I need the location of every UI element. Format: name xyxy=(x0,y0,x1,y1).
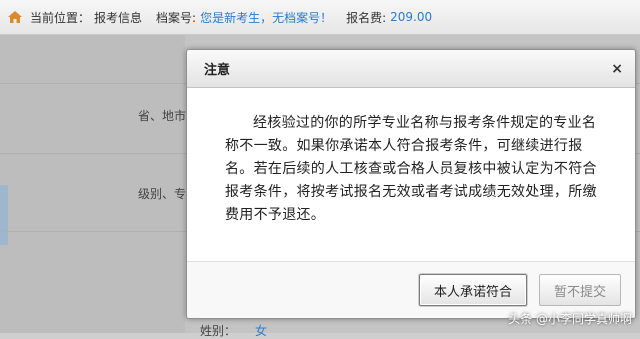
side-collapse-tab[interactable] xyxy=(0,185,8,245)
fee-value: 209.00 xyxy=(390,10,433,24)
dialog-message: 经核验过的你的所学专业名称与报考条件规定的专业名称不一致。如果你承诺本人符合报考… xyxy=(225,115,597,223)
dialog-header: 注意 × xyxy=(187,50,635,88)
dialog-title: 注意 xyxy=(204,63,231,78)
province-city-label: 省、地市 xyxy=(138,109,187,123)
watermark: 头条 @小李同学真帅啊 xyxy=(508,312,632,326)
confirm-commitment-button[interactable]: 本人承诺符合 xyxy=(418,274,527,306)
background-left-column xyxy=(0,35,185,333)
gender-label: 姓别： xyxy=(200,324,237,338)
top-info-bar: 当前位置： 报考信息 档案号: 您是新考生，无档案号！ 报名费: 209.00 xyxy=(0,0,640,35)
close-icon[interactable]: × xyxy=(611,61,623,77)
location-value: 报考信息 xyxy=(94,10,143,25)
notice-dialog: 注意 × 经核验过的你的所学专业名称与报考条件规定的专业名称不一致。如果你承诺本… xyxy=(186,49,636,319)
location-label: 当前位置： xyxy=(30,10,91,25)
cancel-submit-button[interactable]: 暂不提交 xyxy=(538,274,621,306)
level-major-label: 级别、专 xyxy=(138,187,187,201)
fee-label: 报名费: xyxy=(346,10,387,25)
gender-value: 女 xyxy=(255,324,268,338)
file-no-label: 档案号: xyxy=(156,10,197,25)
home-icon[interactable] xyxy=(8,11,22,23)
file-no-value: 您是新考生，无档案号！ xyxy=(200,10,333,25)
